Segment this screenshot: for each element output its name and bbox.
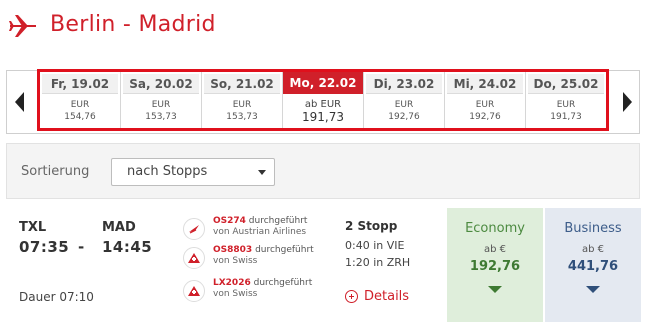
prev-dates-button[interactable]	[7, 71, 31, 133]
leg-operated: durchgeführt	[248, 216, 308, 226]
details-link[interactable]: Details	[345, 289, 409, 304]
chevron-down-icon	[586, 286, 600, 293]
leg-flight-line: LX2026 durchgeführt	[213, 278, 312, 288]
route-title: Berlin - Madrid	[50, 12, 216, 37]
layover-zrh: 1:20 in ZRH	[345, 256, 411, 269]
leg-flight-line: OS8803 durchgeführt	[213, 245, 314, 255]
leg-operator: von Swiss	[213, 289, 258, 299]
swiss-logo-icon	[183, 247, 205, 269]
layover-vie: 0:40 in VIE	[345, 239, 405, 252]
sort-dropdown[interactable]: nach Stopps	[111, 158, 275, 186]
flight-leg: LX2026 durchgeführt von Swiss	[183, 278, 343, 308]
next-dates-button[interactable]	[615, 71, 639, 133]
flight-number: LX2026	[213, 278, 251, 288]
austrian-logo-icon	[183, 218, 205, 240]
flight-duration: Dauer 07:10	[19, 290, 94, 304]
arrival-time: 14:45	[102, 238, 153, 256]
fare-from: ab €	[581, 244, 605, 255]
fare-class: Business	[564, 221, 622, 236]
plus-circle-icon	[345, 290, 358, 303]
leg-operator: von Swiss	[213, 256, 258, 266]
departure-time: 07:35	[19, 238, 70, 256]
flight-number: OS274	[213, 216, 246, 226]
fare-price: 441,76	[567, 259, 619, 274]
swiss-logo-icon	[183, 280, 205, 302]
stops-count: 2 Stopp	[345, 219, 398, 233]
fare-from: ab €	[483, 244, 507, 255]
leg-operated: durchgeführt	[255, 245, 314, 255]
leg-flight-line: OS274 durchgeführt	[213, 216, 307, 226]
leg-operated: durchgeführt	[253, 278, 313, 288]
date-highlight-frame	[37, 69, 609, 131]
details-label: Details	[364, 289, 410, 304]
business-fare-button[interactable]: Business ab € 441,76	[545, 208, 641, 322]
plane-icon	[9, 15, 36, 37]
time-separator: -	[78, 238, 85, 256]
flight-leg: OS8803 durchgeführt von Swiss	[183, 245, 343, 275]
chevron-down-icon	[488, 286, 502, 293]
origin-code: TXL	[19, 220, 47, 235]
flight-leg: OS274 durchgeführt von Austrian Airlines	[183, 216, 343, 246]
economy-fare-button[interactable]: Economy ab € 192,76	[447, 208, 543, 322]
caret-down-icon	[258, 170, 266, 175]
chevron-right-icon	[622, 92, 632, 112]
fare-price: 192,76	[469, 259, 521, 274]
fare-class: Economy	[465, 221, 525, 236]
sort-bar: Sortierung nach Stopps	[6, 143, 640, 199]
flight-number: OS8803	[213, 245, 253, 255]
chevron-left-icon	[14, 92, 24, 112]
sort-selected-value: nach Stopps	[127, 164, 208, 179]
sort-label: Sortierung	[21, 164, 90, 179]
leg-operator: von Austrian Airlines	[213, 227, 307, 237]
destination-code: MAD	[102, 220, 136, 235]
